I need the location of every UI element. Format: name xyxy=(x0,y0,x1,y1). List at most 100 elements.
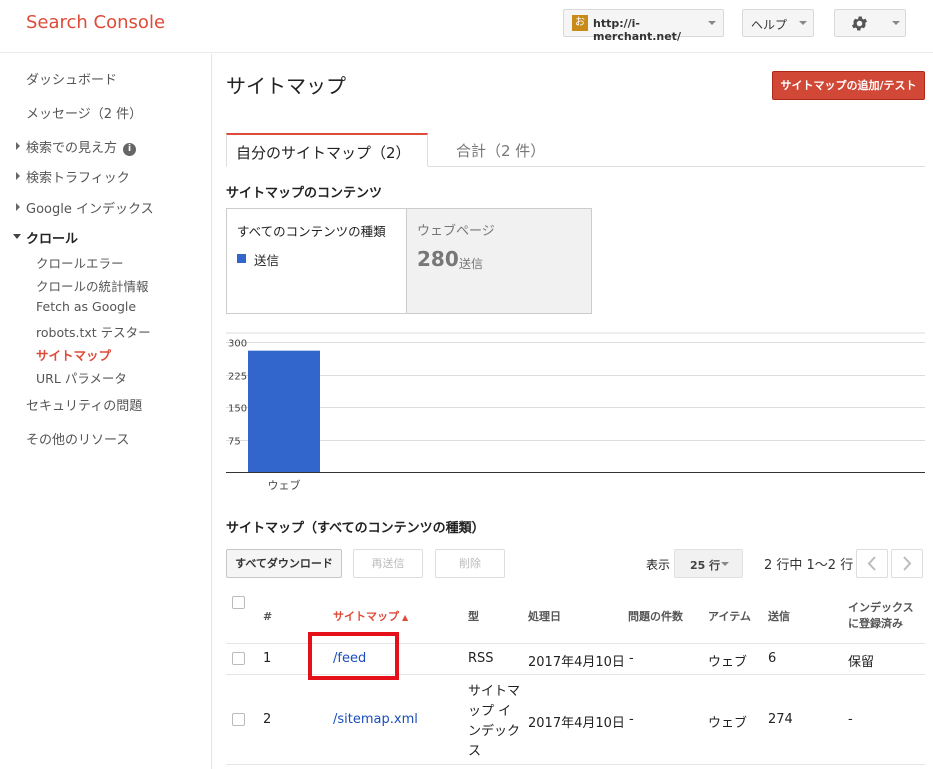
chevron-down-icon xyxy=(721,562,729,566)
download-all-button[interactable]: すべてダウンロード xyxy=(226,549,342,578)
content-type-card-all[interactable]: すべてのコンテンツの種類 送信 xyxy=(226,208,407,314)
column-header-submitted[interactable]: 送信 xyxy=(768,608,790,624)
section-title: サイトマップのコンテンツ xyxy=(226,186,383,201)
submitted-count: 6 xyxy=(768,651,777,666)
submitted-count: 274 xyxy=(768,712,793,727)
sidebar-item-url-parameters[interactable]: URL パラメータ xyxy=(36,368,127,387)
site-url: http://i-merchant.net/ xyxy=(593,17,681,43)
processed-date: 2017年4月10日 xyxy=(528,655,625,670)
card-unit: 送信 xyxy=(459,257,484,271)
site-selector[interactable]: お http://i-merchant.net/ xyxy=(563,9,724,43)
column-header-items[interactable]: アイテム xyxy=(708,608,751,624)
sort-ascending-icon: ▲ xyxy=(402,613,409,622)
highlight-box xyxy=(308,632,399,680)
sidebar-item-messages[interactable]: メッセージ（2 件） xyxy=(26,103,142,122)
next-page-button[interactable] xyxy=(891,549,923,578)
sidebar-item-search-appearance[interactable]: 検索での見え方 i xyxy=(26,137,137,156)
search-console-logo[interactable]: Search Console xyxy=(26,12,165,33)
tab-my-sitemaps[interactable]: 自分のサイトマップ（2） xyxy=(226,133,428,167)
issue-count: - xyxy=(629,651,634,666)
indexed-count: - xyxy=(848,712,853,727)
row-checkbox[interactable] xyxy=(232,713,245,726)
type-line: サイトマ xyxy=(468,684,521,699)
card-value: 280 xyxy=(417,247,459,271)
top-bar: Search Console お http://i-merchant.net/ … xyxy=(0,0,933,53)
rows-per-page-value: 25 行 xyxy=(690,559,721,572)
sidebar-item-sitemaps[interactable]: サイトマップ xyxy=(36,345,111,364)
chevron-down-icon xyxy=(708,21,716,25)
settings-button[interactable] xyxy=(834,9,906,37)
page-title: サイトマップ xyxy=(226,74,346,98)
column-header-processed[interactable]: 処理日 xyxy=(528,608,561,624)
y-tick-label: 75 xyxy=(228,437,241,448)
sitemap-type: RSS xyxy=(468,651,494,666)
sidebar-item-security-issues[interactable]: セキュリティの問題 xyxy=(26,395,142,414)
sidebar-item-search-traffic[interactable]: 検索トラフィック xyxy=(26,167,130,186)
sidebar-item-crawl[interactable]: クロール xyxy=(26,228,78,247)
x-tick-label: ウェブ xyxy=(268,478,301,492)
submitted-chart: 75 150 225 300 ウェブ xyxy=(226,332,925,492)
chevron-left-icon xyxy=(867,556,876,571)
chevron-down-icon xyxy=(892,21,900,25)
type-line: ップ イ xyxy=(468,704,512,719)
item-type: ウェブ xyxy=(708,716,748,731)
show-label: 表示 xyxy=(646,558,671,572)
rows-per-page-select[interactable]: 25 行 xyxy=(674,549,743,578)
resend-button[interactable]: 再送信 xyxy=(353,549,423,578)
prev-page-button[interactable] xyxy=(856,549,888,578)
tab-all-sitemaps[interactable]: 合計（2 件） xyxy=(456,140,545,161)
content-type-card-web[interactable]: ウェブページ 280 送信 xyxy=(406,208,592,314)
select-all-checkbox[interactable] xyxy=(232,596,245,609)
legend-swatch xyxy=(237,254,246,263)
chevron-right-icon xyxy=(16,172,20,180)
sidebar-item-crawl-stats[interactable]: クロールの統計情報 xyxy=(36,276,149,295)
column-header-indexed[interactable]: インデックス に登録済み xyxy=(848,600,914,632)
column-header-issues[interactable]: 問題の件数 xyxy=(628,608,683,624)
help-button[interactable]: ヘルプ xyxy=(742,9,814,37)
chevron-down-icon xyxy=(13,234,21,239)
sidebar-item-label: 検索での見え方 xyxy=(26,141,118,156)
sidebar-item-dashboard[interactable]: ダッシュボード xyxy=(26,69,117,88)
row-number: 2 xyxy=(263,712,272,727)
processed-date: 2017年4月10日 xyxy=(528,716,625,731)
sidebar: ダッシュボード メッセージ（2 件） 検索での見え方 i 検索トラフィック Goo… xyxy=(0,54,212,769)
card-title: ウェブページ xyxy=(417,224,495,239)
y-tick-label: 225 xyxy=(228,372,247,383)
issue-count: - xyxy=(629,712,634,727)
delete-button[interactable]: 削除 xyxy=(435,549,505,578)
chevron-right-icon xyxy=(903,556,912,571)
sidebar-item-fetch-as-google[interactable]: Fetch as Google xyxy=(36,299,136,314)
card-title: すべてのコンテンツの種類 xyxy=(237,224,386,239)
sidebar-item-crawl-errors[interactable]: クロールエラー xyxy=(36,253,124,272)
type-line: ス xyxy=(468,744,482,759)
gear-icon xyxy=(851,16,868,31)
sitemap-link[interactable]: /sitemap.xml xyxy=(333,712,418,727)
type-line: ンデック xyxy=(468,724,521,739)
table-title: サイトマップ（すべてのコンテンツの種類） xyxy=(226,521,485,536)
row-divider xyxy=(226,764,925,765)
row-checkbox[interactable] xyxy=(232,652,245,665)
chevron-right-icon xyxy=(16,203,20,211)
indexed-count: 保留 xyxy=(848,655,875,670)
row-number: 1 xyxy=(263,651,272,666)
sidebar-item-other-resources[interactable]: その他のリソース xyxy=(26,429,129,448)
legend-label: 送信 xyxy=(254,253,280,268)
sidebar-item-robots-tester[interactable]: robots.txt テスター xyxy=(36,322,151,341)
chevron-down-icon xyxy=(799,21,807,25)
y-tick-label: 150 xyxy=(228,404,247,415)
item-type: ウェブ xyxy=(708,655,748,670)
help-label: ヘルプ xyxy=(751,18,788,32)
chevron-right-icon xyxy=(16,142,20,150)
column-header-number: # xyxy=(263,610,273,623)
pagination-range: 2 行中 1〜2 行 xyxy=(764,558,854,573)
column-header-sitemap[interactable]: サイトマップ ▲ xyxy=(333,608,408,624)
column-header-line: インデックス xyxy=(848,601,914,614)
site-favicon-icon: お xyxy=(572,15,588,31)
sidebar-item-google-index[interactable]: Google インデックス xyxy=(26,198,154,217)
column-header-type[interactable]: 型 xyxy=(468,608,479,624)
sitemap-type: サイトマ ップ イ ンデック ス xyxy=(468,682,520,762)
info-icon[interactable]: i xyxy=(123,143,137,156)
bar xyxy=(248,350,320,472)
add-test-sitemap-button[interactable]: サイトマップの追加/テスト xyxy=(772,71,925,100)
column-header-label: サイトマップ xyxy=(333,610,399,623)
